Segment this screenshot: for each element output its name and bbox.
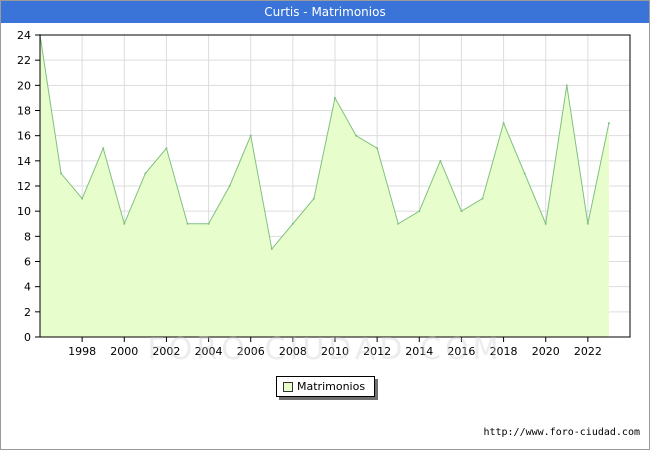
data-point-2007 <box>270 247 273 250</box>
y-tick-label-2: 2 <box>24 306 31 319</box>
legend-label-matrimonios: Matrimonios <box>297 380 366 393</box>
watermark: FORO-CIUDAD.COM <box>147 332 503 367</box>
data-point-2016 <box>460 210 463 213</box>
data-point-2002 <box>165 147 168 150</box>
data-point-2006 <box>249 134 252 137</box>
data-point-2000 <box>123 222 126 225</box>
data-point-2008 <box>291 222 294 225</box>
data-point-2005 <box>228 185 231 187</box>
data-point-2001 <box>144 172 147 175</box>
data-point-2014 <box>418 210 421 213</box>
data-point-2009 <box>312 197 315 200</box>
y-tick-label-22: 22 <box>17 54 31 67</box>
data-point-2011 <box>355 134 358 137</box>
data-point-2022 <box>586 222 589 225</box>
data-point-2012 <box>376 147 379 150</box>
data-point-2015 <box>439 159 442 162</box>
data-point-2003 <box>186 222 189 225</box>
legend: Matrimonios <box>276 376 375 397</box>
y-tick-label-8: 8 <box>24 230 31 243</box>
y-tick-label-20: 20 <box>17 79 31 92</box>
data-point-2017 <box>481 197 484 200</box>
data-point-1997 <box>60 172 63 175</box>
y-tick-label-10: 10 <box>17 205 31 218</box>
y-tick-label-6: 6 <box>24 256 31 269</box>
data-point-2018 <box>502 122 505 125</box>
data-point-2020 <box>544 222 547 225</box>
data-point-2023 <box>607 122 610 125</box>
y-tick-label-24: 24 <box>17 29 31 42</box>
y-tick-label-18: 18 <box>17 105 31 118</box>
y-tick-label-14: 14 <box>17 155 31 168</box>
data-point-2019 <box>523 172 526 175</box>
y-tick-label-12: 12 <box>17 180 31 193</box>
source-url: http://www.foro-ciudad.com <box>483 427 640 438</box>
data-point-2021 <box>565 84 568 87</box>
legend-swatch-matrimonios <box>283 382 293 392</box>
data-point-2010 <box>334 96 336 99</box>
data-point-2013 <box>397 222 400 225</box>
data-point-1998 <box>81 197 84 200</box>
data-point-2004 <box>207 222 210 225</box>
y-tick-label-4: 4 <box>24 281 31 294</box>
data-point-1999 <box>102 147 105 150</box>
y-tick-label-16: 16 <box>17 130 31 143</box>
